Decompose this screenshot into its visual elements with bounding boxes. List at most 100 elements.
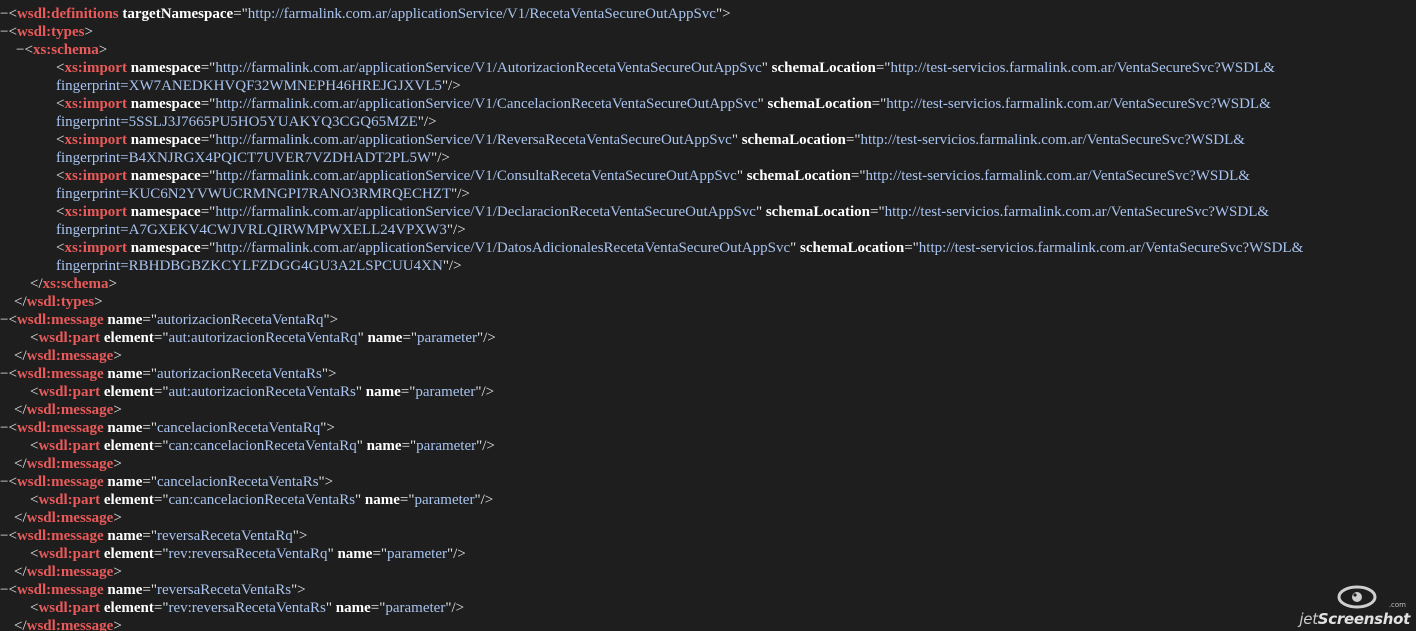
tag-name: xs:import: [64, 168, 127, 184]
xml-line: <wsdl:part element="can:cancelacionRecet…: [30, 437, 495, 455]
tag-name: wsdl:message: [26, 564, 114, 580]
attribute-value: parameter: [416, 438, 477, 454]
tag-name: wsdl:message: [16, 420, 104, 436]
attribute-value: autorizacionRecetaVentaRs: [156, 366, 322, 382]
punctuation: =": [142, 366, 157, 382]
attribute-name: schemaLocation: [741, 132, 846, 148]
tag-name: wsdl:part: [38, 600, 101, 616]
punctuation: "/>: [417, 114, 437, 130]
punctuation: ">: [291, 582, 306, 598]
punctuation: </: [14, 510, 27, 526]
attribute-name: element: [103, 600, 154, 616]
punctuation: <: [8, 24, 17, 40]
punctuation: =": [200, 168, 216, 184]
punctuation: >: [113, 510, 122, 526]
punctuation: "/>: [445, 600, 465, 616]
xml-line: fingerprint=XW7ANEDKHVQF32WMNEPH46HREJGJ…: [56, 77, 461, 95]
tag-name: wsdl:types: [16, 24, 85, 40]
tag-name: xs:import: [64, 132, 127, 148]
xml-line: −<wsdl:message name="cancelacionRecetaVe…: [0, 419, 335, 437]
attribute-value: rev:reversaRecetaVentaRq: [168, 546, 328, 562]
punctuation: ": [355, 384, 366, 400]
attribute-name: name: [335, 600, 371, 616]
attribute-name: name: [107, 366, 143, 382]
punctuation: </: [14, 348, 27, 364]
attribute-value: http://farmalink.com.ar/applicationServi…: [215, 132, 732, 148]
tag-name: wsdl:message: [16, 312, 104, 328]
punctuation: =": [153, 546, 169, 562]
attribute-name: name: [337, 546, 373, 562]
punctuation: =": [904, 240, 919, 256]
xml-line: </wsdl:message>: [14, 617, 122, 631]
tag-name: wsdl:definitions: [16, 6, 119, 22]
xml-line: </wsdl:types>: [14, 293, 103, 311]
watermark-suffix: .com: [1388, 601, 1406, 609]
attribute-value: aut:autorizacionRecetaVentaRq: [168, 330, 358, 346]
punctuation: ">: [321, 366, 337, 382]
attribute-value: http://farmalink.com.ar/applicationServi…: [215, 60, 762, 76]
attribute-name: name: [107, 528, 143, 544]
punctuation: </: [14, 456, 27, 472]
punctuation: >: [113, 564, 122, 580]
tag-name: wsdl:part: [38, 438, 101, 454]
punctuation: "/>: [447, 546, 466, 562]
attribute-name: name: [367, 330, 403, 346]
tag-name: xs:import: [64, 96, 127, 112]
punctuation: ">: [292, 528, 308, 544]
punctuation: ": [761, 60, 772, 76]
attribute-name: namespace: [130, 240, 201, 256]
punctuation: =": [399, 492, 415, 508]
punctuation: =": [142, 582, 157, 598]
attribute-value: http://test-servicios.farmalink.com.ar/V…: [886, 96, 1271, 112]
punctuation: "/>: [442, 258, 462, 274]
attribute-name: name: [366, 438, 402, 454]
attribute-value: fingerprint=XW7ANEDKHVQF32WMNEPH46HREJGJ…: [56, 78, 442, 94]
punctuation: </: [30, 276, 43, 292]
punctuation: ": [790, 240, 801, 256]
tag-name: xs:import: [64, 60, 127, 76]
attribute-name: targetNamespace: [122, 6, 234, 22]
attribute-value: http://farmalink.com.ar/applicationServi…: [215, 168, 737, 184]
punctuation: "/>: [431, 150, 450, 166]
punctuation: ": [755, 204, 766, 220]
xml-line: <xs:import namespace="http://farmalink.c…: [56, 239, 1303, 257]
punctuation: ": [355, 492, 365, 508]
punctuation: ": [325, 600, 336, 616]
punctuation: </: [14, 564, 27, 580]
punctuation: =": [875, 60, 891, 76]
jetscreenshot-watermark: .com jetScreenshot: [1298, 585, 1410, 628]
xml-line: −<wsdl:message name="reversaRecetaVentaR…: [0, 527, 307, 545]
punctuation: =": [200, 204, 216, 220]
punctuation: >: [84, 24, 93, 40]
punctuation: ": [356, 438, 367, 454]
xml-line: fingerprint=5SSLJ3J7665PU5HO5YUAKYQ3CGQ6…: [56, 113, 437, 131]
xml-line: <wsdl:part element="rev:reversaRecetaVen…: [30, 599, 464, 617]
attribute-value: http://test-servicios.farmalink.com.ar/V…: [918, 240, 1304, 256]
attribute-name: schemaLocation: [771, 60, 876, 76]
punctuation: >: [98, 42, 108, 58]
xml-line: <wsdl:part element="aut:autorizacionRece…: [30, 383, 494, 401]
attribute-value: parameter: [387, 546, 447, 562]
punctuation: "/>: [476, 438, 495, 454]
punctuation: =": [200, 60, 216, 76]
punctuation: >: [108, 276, 117, 292]
punctuation: =": [233, 6, 248, 22]
punctuation: =": [372, 546, 388, 562]
punctuation: ": [357, 330, 368, 346]
attribute-value: parameter: [417, 330, 477, 346]
tag-name: wsdl:message: [16, 474, 104, 490]
attribute-name: element: [103, 384, 154, 400]
attribute-name: element: [103, 546, 154, 562]
attribute-name: element: [103, 492, 154, 508]
xml-line: −<wsdl:message name="autorizacionRecetaV…: [0, 311, 338, 329]
punctuation: <: [8, 366, 17, 382]
punctuation: <: [8, 6, 17, 22]
attribute-value: can:cancelacionRecetaVentaRs: [168, 492, 356, 508]
punctuation: "/>: [451, 186, 470, 202]
xml-line: −<xs:schema>: [16, 41, 107, 59]
attribute-value: parameter: [415, 384, 476, 400]
tag-name: wsdl:part: [38, 492, 101, 508]
attribute-name: name: [107, 582, 143, 598]
attribute-name: schemaLocation: [765, 204, 870, 220]
punctuation: "/>: [475, 384, 495, 400]
